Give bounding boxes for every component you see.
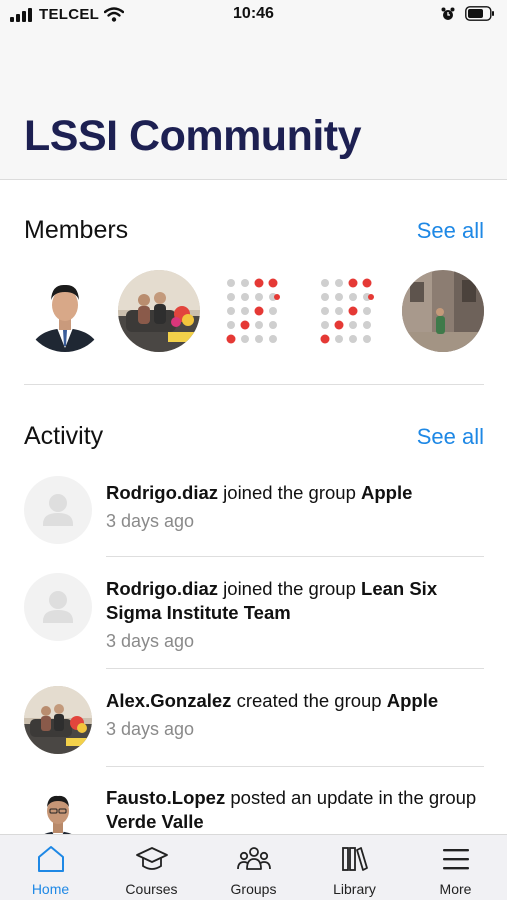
activity-action: joined the group (223, 482, 356, 503)
members-title: Members (24, 216, 129, 244)
activity-item[interactable]: Rodrigo.diaz joined the group Lean Six S… (24, 573, 484, 668)
tab-label: More (439, 881, 472, 897)
activity-target[interactable]: Verde Valle (106, 811, 204, 832)
dot-logo-icon (213, 270, 295, 352)
activity-user[interactable]: Rodrigo.diaz (106, 482, 218, 503)
user-placeholder-icon (24, 573, 92, 641)
section-divider (24, 384, 484, 385)
avatar (24, 686, 92, 754)
activity-action: posted an update in the group (230, 787, 477, 808)
avatar (24, 476, 92, 544)
list-divider (106, 668, 484, 669)
activity-item[interactable]: Rodrigo.diaz joined the group Apple 3 da… (24, 476, 484, 556)
home-icon (37, 846, 64, 872)
activity-header: Activity See all (24, 422, 484, 451)
avatar (24, 573, 92, 641)
battery-icon (465, 6, 494, 21)
activity-action: created the group (236, 690, 382, 711)
tab-groups[interactable]: Groups (203, 843, 304, 897)
members-header: Members See all (24, 216, 484, 245)
user-photo-icon (24, 783, 92, 834)
member-avatar[interactable] (402, 270, 484, 352)
member-photo-icon (402, 270, 484, 352)
user-photo-icon (24, 686, 92, 754)
tab-label: Home (31, 881, 70, 897)
tab-home[interactable]: Home (0, 843, 101, 897)
activity-text: Rodrigo.diaz joined the group Apple 3 da… (106, 481, 484, 533)
activity-item[interactable]: Alex.Gonzalez created the group Apple 3 … (24, 686, 484, 766)
member-avatar[interactable] (24, 270, 106, 352)
list-divider (106, 766, 484, 767)
tab-courses[interactable]: Courses (101, 843, 202, 897)
members-see-all-link[interactable]: See all (417, 218, 484, 244)
activity-user[interactable]: Fausto.Lopez (106, 787, 225, 808)
menu-icon (442, 849, 469, 870)
activity-text: Fausto.Lopez posted an update in the gro… (106, 786, 484, 834)
activity-text: Alex.Gonzalez created the group Apple 3 … (106, 689, 484, 741)
activity-see-all-link[interactable]: See all (417, 424, 484, 450)
member-avatar[interactable] (307, 270, 389, 352)
tab-label: Courses (125, 881, 178, 897)
member-avatar[interactable] (213, 270, 295, 352)
dot-logo-icon (307, 270, 389, 352)
activity-time: 3 days ago (106, 511, 195, 531)
avatar (24, 783, 92, 834)
activity-title: Activity (24, 422, 104, 450)
activity-target[interactable]: Apple (387, 690, 438, 711)
user-placeholder-icon (24, 476, 92, 544)
activity-time: 3 days ago (106, 719, 195, 739)
library-icon (341, 847, 368, 871)
activity-user[interactable]: Rodrigo.diaz (106, 578, 218, 599)
bottom-tab-bar: Home Courses Groups Library More (0, 834, 507, 900)
member-photo-icon (118, 270, 200, 352)
list-divider (106, 556, 484, 557)
activity-text: Rodrigo.diaz joined the group Lean Six S… (106, 577, 484, 653)
status-right (441, 6, 495, 21)
status-time: 10:46 (233, 5, 274, 22)
tab-label: Library (333, 881, 376, 897)
activity-action: joined the group (223, 578, 356, 599)
alarm-icon (441, 7, 455, 20)
tab-more[interactable]: More (405, 843, 506, 897)
members-carousel[interactable] (24, 270, 484, 352)
activity-time: 3 days ago (106, 631, 195, 651)
graduation-cap-icon (135, 847, 168, 870)
activity-user[interactable]: Alex.Gonzalez (106, 690, 231, 711)
tab-label: Groups (230, 881, 277, 897)
member-photo-icon (24, 270, 106, 352)
member-avatar[interactable] (118, 270, 200, 352)
activity-item[interactable]: Fausto.Lopez posted an update in the gro… (24, 783, 484, 834)
page-title: LSSI Community (24, 112, 362, 160)
tab-library[interactable]: Library (304, 843, 405, 897)
status-bar: TELCEL 10:46 (0, 0, 507, 30)
page-header: LSSI Community (0, 30, 507, 180)
activity-target[interactable]: Apple (361, 482, 412, 503)
groups-icon (236, 847, 271, 870)
